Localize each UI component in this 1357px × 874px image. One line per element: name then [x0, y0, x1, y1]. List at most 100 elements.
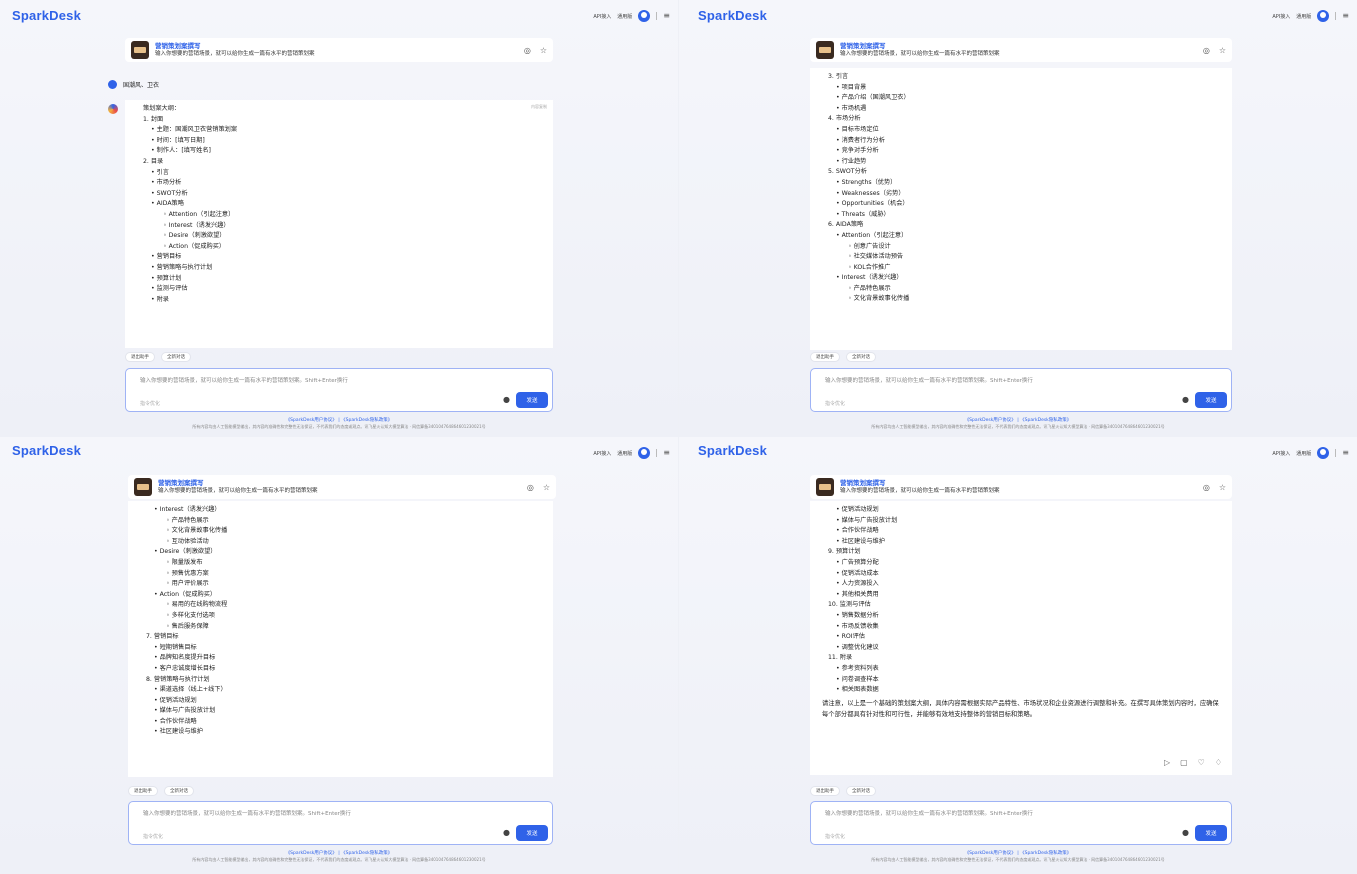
footer: 《SparkDesk用户协议》 | 《SparkDesk隐私政策》 所有内容均由…: [679, 418, 1357, 430]
outline-line: • 人力资源投入: [836, 580, 879, 588]
outline-line: 策划案大纲：: [143, 105, 181, 112]
menu-icon[interactable]: ≡: [663, 449, 670, 457]
new-chat-button[interactable]: 全新对话: [161, 352, 191, 362]
microphone-icon[interactable]: ●: [503, 395, 510, 404]
outline-line: ◦ 易用的在线购物流程: [166, 601, 228, 609]
new-chat-button[interactable]: 全新对话: [164, 786, 194, 796]
outline-line: ◦ KOL合作推广: [848, 263, 891, 271]
menu-icon[interactable]: ≡: [1342, 449, 1349, 457]
chat-input[interactable]: 输入你想要的营销场景，就可以给你生成一篇有水平的营销策划案。Shift+Ente…: [810, 368, 1232, 412]
answer-content: 3. 引言 • 项目背景 • 产品介绍（国潮风卫衣） • 市场机遇 4. 市场分析 • 目…: [810, 68, 1232, 350]
assistant-card: 营销策划案撰写 输入你想要的营销场景，就可以给你生成一篇有水平的营销策划案 ◎ …: [810, 475, 1232, 499]
star-icon[interactable]: ☆: [1219, 46, 1226, 55]
footer: 《SparkDesk用户协议》 | 《SparkDesk隐私政策》 所有内容均由…: [0, 851, 678, 863]
send-button[interactable]: 发送: [516, 392, 548, 408]
divider: [1335, 449, 1337, 457]
outline-line: • Attention（引起注意）: [836, 231, 908, 239]
user-avatar-icon[interactable]: [638, 447, 651, 459]
exit-assistant-button[interactable]: 退出助手: [810, 352, 840, 362]
assistant-title: 营销策划案撰写: [840, 42, 886, 50]
new-chat-button[interactable]: 全新对话: [846, 352, 876, 362]
outline-line: • 相关图表数据: [836, 686, 879, 694]
outline-line: ◦ 文化背景故事化传播: [848, 295, 910, 303]
send-button[interactable]: 发送: [1195, 392, 1227, 408]
input-placeholder: 输入你想要的营销场景，就可以给你生成一篇有水平的营销策划案。Shift+Ente…: [140, 378, 348, 384]
outline-line: • Desire（刺激欲望）: [154, 548, 217, 556]
user-avatar-icon[interactable]: [1317, 447, 1330, 459]
assistant-subtitle: 输入你想要的营销场景，就可以给你生成一篇有水平的营销策划案: [840, 51, 1000, 57]
outline-line: • 附录: [151, 295, 169, 303]
microphone-icon[interactable]: ●: [1182, 395, 1189, 404]
menu-icon[interactable]: ≡: [663, 12, 670, 20]
outline-line: • 产品介绍（国潮风卫衣）: [836, 94, 910, 102]
copy-label[interactable]: 内容复制: [531, 104, 547, 110]
outline-line: ◦ Interest（诱发兴趣）: [163, 221, 230, 229]
star-icon[interactable]: ☆: [543, 483, 550, 492]
outline-line: 10. 监测与评估: [828, 601, 871, 609]
new-chat-button[interactable]: 全新对话: [846, 786, 876, 796]
outline-line: • 合作伙伴战略: [836, 527, 879, 535]
exit-assistant-button[interactable]: 退出助手: [125, 352, 155, 362]
outline-line: • 社区建设与维护: [154, 728, 203, 736]
chat-input[interactable]: 输入你想要的营销场景，就可以给你生成一篇有水平的营销策划案。Shift+Ente…: [810, 801, 1232, 845]
exit-assistant-button[interactable]: 退出助手: [128, 786, 158, 796]
outline-line: • 促销活动成本: [836, 569, 879, 577]
outline-line: 8. 营销策略与执行计划: [146, 675, 210, 683]
outline-line: • 市场分析: [151, 179, 182, 187]
mode-link[interactable]: 通用版: [1296, 13, 1311, 20]
sparkdesk-logo[interactable]: SparkDesk: [12, 8, 81, 23]
outline-line: • 广告预算分配: [836, 558, 879, 566]
pin-icon[interactable]: ◎: [524, 46, 531, 55]
api-link[interactable]: API接入: [1272, 13, 1290, 20]
outline-line: ◦ 预售优惠方案: [166, 569, 209, 577]
sparkdesk-logo[interactable]: SparkDesk: [698, 443, 767, 458]
assistant-card: 营销策划案撰写 输入你想要的营销场景，就可以给你生成一篇有水平的营销策划案 ◎ …: [125, 38, 553, 62]
api-link[interactable]: API接入: [593, 450, 611, 457]
top-right-tools: API接入 通用版 ≡: [1272, 447, 1349, 459]
divider: [1335, 12, 1337, 20]
answer-content: 内容复制 策划案大纲： 1. 封面 • 主题：国潮风卫衣营销策划案 • 时间：[填写日…: [125, 100, 553, 348]
mode-link[interactable]: 通用版: [617, 13, 632, 20]
outline-line: • 消费者行为分析: [836, 136, 885, 144]
copy-icon[interactable]: ▢: [1180, 758, 1188, 767]
pin-icon[interactable]: ◎: [1203, 483, 1210, 492]
user-avatar-icon[interactable]: [1317, 10, 1330, 22]
api-link[interactable]: API接入: [1272, 450, 1290, 457]
mode-link[interactable]: 通用版: [617, 450, 632, 457]
mode-link[interactable]: 通用版: [1296, 450, 1311, 457]
thumb-up-icon[interactable]: ♡: [1198, 758, 1205, 767]
top-right-tools: API接入 通用版 ≡: [1272, 10, 1349, 22]
star-icon[interactable]: ☆: [1219, 483, 1226, 492]
panel-top-left: SparkDesk API接入 通用版 ≡ 营销策划案撰写 输入你想要的营销场景…: [0, 0, 678, 437]
footer-legal: 所有内容均由人工智能模型输出，其内容的准确性和完整性无法保证，不代表我们的态度或…: [871, 424, 1165, 429]
microphone-icon[interactable]: ●: [1182, 828, 1189, 837]
send-button[interactable]: 发送: [516, 825, 548, 841]
sparkdesk-logo[interactable]: SparkDesk: [12, 443, 81, 458]
sparkdesk-logo[interactable]: SparkDesk: [698, 8, 767, 23]
microphone-icon[interactable]: ●: [503, 828, 510, 837]
api-link[interactable]: API接入: [593, 13, 611, 20]
send-button[interactable]: 发送: [1195, 825, 1227, 841]
outline-line: ◦ 文化背景故事化传播: [166, 527, 228, 535]
chat-input[interactable]: 输入你想要的营销场景，就可以给你生成一篇有水平的营销策划案。Shift+Ente…: [125, 368, 553, 412]
top-bar: SparkDesk API接入 通用版 ≡: [0, 437, 678, 471]
prompt-optimize-button[interactable]: 指令优化: [825, 833, 845, 840]
exit-assistant-button[interactable]: 退出助手: [810, 786, 840, 796]
play-icon[interactable]: ▷: [1164, 758, 1170, 767]
pin-icon[interactable]: ◎: [1203, 46, 1210, 55]
chat-input[interactable]: 输入你想要的营销场景，就可以给你生成一篇有水平的营销策划案。Shift+Ente…: [128, 801, 553, 845]
outline-line: ◦ Desire（刺激欲望）: [163, 232, 226, 240]
outline-line: 4. 市场分析: [828, 115, 861, 123]
pin-icon[interactable]: ◎: [527, 483, 534, 492]
user-avatar-icon[interactable]: [638, 10, 651, 22]
outline-line: ◦ 创意广告设计: [848, 242, 891, 250]
star-icon[interactable]: ☆: [540, 46, 547, 55]
panel-bottom-left: SparkDesk API接入 通用版 ≡ 营销策划案撰写 输入你想要的营销场景…: [0, 437, 678, 874]
thumb-down-icon[interactable]: ♢: [1215, 758, 1222, 767]
prompt-optimize-button[interactable]: 指令优化: [140, 400, 160, 407]
prompt-optimize-button[interactable]: 指令优化: [825, 400, 845, 407]
menu-icon[interactable]: ≡: [1342, 12, 1349, 20]
prompt-optimize-button[interactable]: 指令优化: [143, 833, 163, 840]
assistant-avatar-icon: [131, 41, 149, 59]
assistant-title: 营销策划案撰写: [155, 42, 201, 50]
